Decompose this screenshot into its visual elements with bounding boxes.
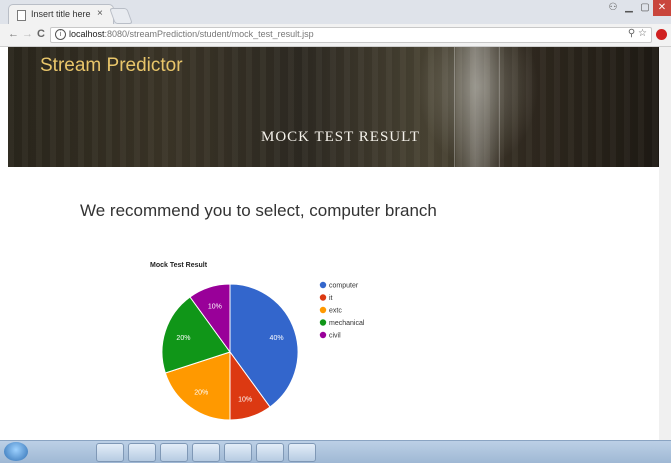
taskbar-app-button[interactable] [128, 443, 156, 462]
url-path: :8080/streamPrediction/student/mock_test… [104, 29, 314, 39]
close-window-icon[interactable]: ✕ [653, 0, 671, 16]
taskbar-app-button[interactable] [256, 443, 284, 462]
legend-label-civil[interactable]: civil [329, 333, 341, 340]
taskbar-app-button[interactable] [192, 443, 220, 462]
page-title: MOCK TEST RESULT [261, 129, 421, 145]
taskbar [0, 440, 671, 463]
bookmark-star-icon[interactable]: ☆ [638, 28, 647, 39]
taskbar-app-button[interactable] [160, 443, 188, 462]
scrollbar[interactable] [659, 47, 671, 440]
browser-tab[interactable]: Insert title here × [8, 4, 114, 25]
brand-logo[interactable]: Stream Predictor [40, 55, 183, 77]
recommendation-text: We recommend you to select, computer bra… [80, 201, 437, 220]
maximize-icon[interactable]: ▢ [637, 0, 653, 16]
browser-tab-strip: Insert title here × ⚇ ▁ ▢ ✕ [0, 0, 671, 25]
chart-title: Mock Test Result [150, 262, 208, 269]
url-host: localhost [69, 29, 105, 39]
hero-banner: Stream Predictor MOCK TEST RESULT [8, 47, 659, 167]
pie-slices: 40% 10% 20% 20% 10% [161, 283, 299, 421]
taskbar-app-button[interactable] [288, 443, 316, 462]
page-icon [17, 10, 26, 21]
test-tube-image [454, 47, 500, 167]
legend-marker-it [319, 294, 327, 301]
legend-marker-computer [319, 281, 327, 289]
legend-label-mechanical[interactable]: mechanical [329, 320, 365, 327]
taskbar-app-button[interactable] [224, 443, 252, 462]
tab-title: Insert title here [31, 9, 91, 19]
url-text[interactable]: localhost:8080/streamPrediction/student/… [69, 29, 314, 39]
pie-label-mechanical: 20% [176, 335, 190, 342]
pie-label-civil: 10% [208, 303, 222, 310]
legend-marker-extc [319, 306, 327, 314]
tab-close-icon[interactable]: × [97, 8, 103, 19]
pie-label-it: 10% [238, 397, 252, 404]
legend-marker-mechanical [319, 319, 327, 326]
reload-icon[interactable]: C [37, 28, 45, 40]
pie-label-computer: 40% [270, 335, 284, 342]
zoom-icon[interactable]: ⚲ [628, 28, 635, 39]
legend-label-it[interactable]: it [329, 295, 333, 302]
user-icon[interactable]: ⚇ [605, 0, 621, 16]
legend-label-extc[interactable]: extc [329, 308, 342, 315]
chart-legend: computer it extc mechanical civil [319, 281, 365, 340]
legend-label-computer[interactable]: computer [329, 283, 359, 290]
browser-toolbar: ← → C i localhost:8080/streamPrediction/… [0, 24, 671, 47]
taskbar-app-button[interactable] [96, 443, 124, 462]
pie-chart: Mock Test Result 40% 10% 20% 20% 10% compute… [150, 262, 365, 421]
omnibox-actions: ⚲ ☆ [628, 28, 647, 39]
start-button[interactable] [4, 442, 28, 461]
back-icon[interactable]: ← [8, 28, 19, 40]
forward-icon[interactable]: → [22, 28, 33, 40]
legend-marker-civil [319, 331, 327, 339]
pie-label-extc: 20% [194, 390, 208, 397]
minimize-icon[interactable]: ▁ [621, 0, 637, 16]
address-bar[interactable]: i localhost:8080/streamPrediction/studen… [50, 27, 652, 43]
info-icon[interactable]: i [55, 29, 66, 40]
extension-icon[interactable] [656, 29, 667, 40]
